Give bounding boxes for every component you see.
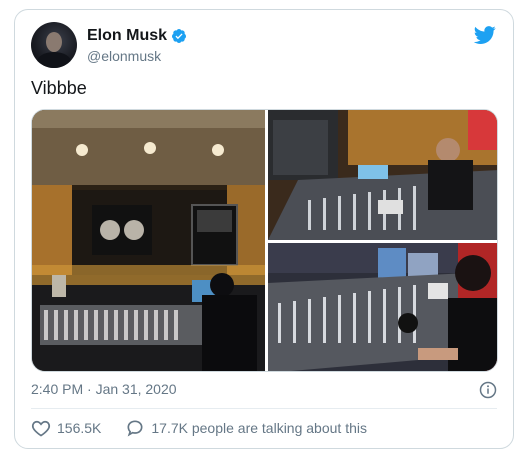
like-action[interactable]: 156.5K [31, 418, 101, 438]
like-count: 156.5K [57, 420, 102, 436]
reply-action[interactable]: 17.7K people are talking about this [125, 418, 367, 438]
talking-count: 17.7K people are talking about this [151, 420, 367, 436]
heart-icon[interactable] [31, 418, 51, 438]
tweet-text: Vibbbe [31, 78, 87, 98]
info-icon[interactable] [479, 381, 497, 399]
studio-photo-3[interactable] [268, 243, 498, 372]
tweet-card: Elon Musk @elonmusk Vibbbe 2:40 PM · Jan… [14, 9, 514, 449]
media-grid [31, 109, 498, 372]
engagement-bar: 156.5K 17.7K people are talking about th… [31, 418, 391, 438]
handle[interactable]: @elonmusk [87, 48, 161, 64]
twitter-bird-icon[interactable] [473, 24, 497, 46]
divider [31, 408, 497, 409]
avatar[interactable] [31, 22, 77, 68]
author-name-row[interactable]: Elon Musk [87, 27, 187, 45]
timestamp[interactable]: 2:40 PM · Jan 31, 2020 [31, 381, 177, 397]
studio-photo-2[interactable] [268, 110, 498, 240]
comment-icon[interactable] [125, 418, 145, 438]
display-name[interactable]: Elon Musk [87, 27, 167, 45]
studio-photo-1[interactable] [32, 110, 265, 372]
verified-badge-icon [172, 29, 187, 43]
